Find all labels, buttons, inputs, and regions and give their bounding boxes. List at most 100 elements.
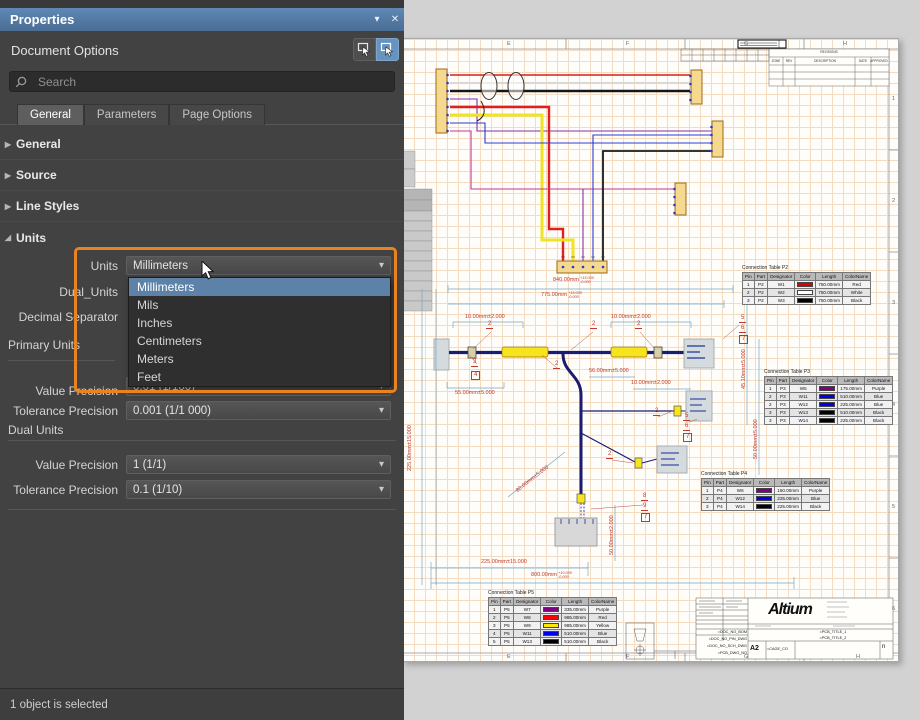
color-swatch <box>797 298 813 303</box>
dropdown-option-centimeters[interactable]: Centimeters <box>129 332 390 350</box>
altium-window: { "panel": { "title": "Properties", "win… <box>0 0 920 720</box>
connection-table-p3: Connection Table P3 PinPartDesignatorCol… <box>764 369 893 425</box>
table-row: 3P2W3750.00mmBlack <box>743 297 871 305</box>
color-swatch <box>819 410 835 415</box>
dropdown-option-feet[interactable]: Feet <box>129 368 390 386</box>
harness-drawing <box>403 39 899 662</box>
dual-units-header: Dual Units <box>8 423 63 437</box>
color-swatch <box>797 290 813 295</box>
color-swatch <box>543 631 559 636</box>
stamp-box <box>738 40 786 48</box>
selection-filter-button[interactable] <box>353 38 376 61</box>
status-text: 1 object is selected <box>10 699 108 711</box>
table-row: 2P3W12225.00mmBlue <box>765 401 893 409</box>
connection-table: PinPartDesignatorColorLengthColorName1P5… <box>488 597 617 646</box>
dropdown-option-mils[interactable]: Mils <box>129 296 390 314</box>
connector-p4 <box>673 183 686 215</box>
color-swatch <box>756 496 772 501</box>
harness-trunk <box>434 339 714 546</box>
selection-filter-icon <box>357 42 372 57</box>
table-row: 1P4W6150.00mmPurple <box>702 487 830 495</box>
table-row: 5P5W13510.00mmBlack <box>489 638 617 646</box>
chevron-expanded-icon <box>0 233 16 242</box>
selection-cursor-icon <box>380 42 395 57</box>
panel-close-icon[interactable]: ✕ <box>386 14 404 25</box>
dual-tolerance-precision-dropdown[interactable]: 0.1 (1/10) <box>126 480 391 499</box>
color-swatch <box>543 639 559 644</box>
search-input[interactable]: Search <box>9 71 395 92</box>
tolerance-precision-dropdown[interactable]: 0.001 (1/1 000) <box>126 401 391 420</box>
title-block-grid <box>626 598 893 659</box>
color-swatch <box>756 488 772 493</box>
color-swatch <box>819 402 835 407</box>
divider <box>8 360 115 361</box>
connection-table-p5: Connection Table P5 PinPartDesignatorCol… <box>488 590 617 646</box>
search-icon <box>10 75 32 89</box>
chevron-right-icon <box>0 140 16 149</box>
search-placeholder: Search <box>38 75 76 89</box>
table-title: Connection Table P3 <box>764 369 893 375</box>
panel-collapse-icon[interactable]: ▾ <box>368 14 386 25</box>
dual-value-precision-row: Value Precision 1 (1/1) <box>0 455 404 474</box>
connector-top-mid <box>557 257 607 273</box>
table-row: 2P2W2750.00mmWhite <box>743 289 871 297</box>
status-bar: 1 object is selected <box>0 688 404 720</box>
table-title: Connection Table P2 <box>742 265 871 271</box>
section-units[interactable]: Units <box>0 222 404 253</box>
connector-p1 <box>436 69 449 133</box>
dual-units-label: Dual_Units <box>0 285 118 299</box>
dropdown-option-meters[interactable]: Meters <box>129 350 390 368</box>
cutoff-table <box>403 151 432 311</box>
color-swatch <box>819 418 835 423</box>
connection-table-p4: Connection Table P4 PinPartDesignatorCol… <box>701 471 830 511</box>
primary-units-header: Primary Units <box>8 338 80 352</box>
value-precision-label: Value Precision <box>0 384 118 398</box>
section-general[interactable]: General <box>0 129 404 160</box>
selection-filter-active-button[interactable] <box>376 38 399 61</box>
decimal-separator-label: Decimal Separator <box>0 310 118 324</box>
panel-header: Document Options <box>0 31 404 67</box>
color-swatch <box>797 282 813 287</box>
dimension-lines <box>422 285 794 589</box>
table-row: 3P5W9985.00mmYellow <box>489 622 617 630</box>
color-swatch <box>819 386 835 391</box>
dual-value-precision-dropdown[interactable]: 1 (1/1) <box>126 455 391 474</box>
connection-table: PinPartDesignatorColorLengthColorName1P3… <box>764 376 893 425</box>
units-dropdown[interactable]: Millimeters <box>126 256 391 275</box>
table-row: 1P3W5175.00mmPurple <box>765 385 893 393</box>
color-swatch <box>819 394 835 399</box>
dual-tolerance-precision-row: Tolerance Precision 0.1 (1/10) <box>0 480 404 499</box>
dropdown-option-inches[interactable]: Inches <box>129 314 390 332</box>
tolerance-precision-row: Tolerance Precision 0.001 (1/1 000) <box>0 401 404 420</box>
units-dropdown-popup: MillimetersMilsInchesCentimetersMetersFe… <box>128 277 391 387</box>
units-row: Units Millimeters <box>0 256 404 275</box>
color-swatch <box>543 607 559 612</box>
dropdown-option-millimeters[interactable]: Millimeters <box>129 278 390 296</box>
chevron-right-icon <box>0 202 16 211</box>
table-row: 2P5W8985.00mmRed <box>489 614 617 622</box>
tab-general[interactable]: General <box>17 104 84 125</box>
dual-tolerance-precision-label: Tolerance Precision <box>0 483 118 497</box>
divider <box>8 440 396 441</box>
schematic-canvas[interactable]: E F G H E F G H 1 2 3 4 5 6 REVISIONS ZO… <box>402 38 899 662</box>
connection-table-p2: Connection Table P2 PinPartDesignatorCol… <box>742 265 871 305</box>
connection-table: PinPartDesignatorColorLengthColorName1P4… <box>701 478 830 511</box>
properties-panel: Properties ▾ ✕ Document Options <box>0 0 404 720</box>
tab-page-options[interactable]: Page Options <box>169 104 265 125</box>
revision-table-grid <box>681 49 889 86</box>
tab-parameters[interactable]: Parameters <box>84 104 169 125</box>
panel-top-strip <box>0 0 404 8</box>
top-wires <box>450 73 712 262</box>
connector-p2 <box>689 70 702 104</box>
table-row: 1P5W7335.00mmPurple <box>489 606 617 614</box>
connector-p3 <box>710 121 723 157</box>
divider <box>8 509 396 510</box>
section-line-styles[interactable]: Line Styles <box>0 191 404 222</box>
panel-title: Properties <box>10 12 368 27</box>
color-swatch <box>543 615 559 620</box>
table-row: 4P5W11510.00mmBlue <box>489 630 617 638</box>
tolerance-precision-label: Tolerance Precision <box>0 404 118 418</box>
panel-titlebar: Properties ▾ ✕ <box>0 8 404 31</box>
section-source[interactable]: Source <box>0 160 404 191</box>
chevron-right-icon <box>0 171 16 180</box>
